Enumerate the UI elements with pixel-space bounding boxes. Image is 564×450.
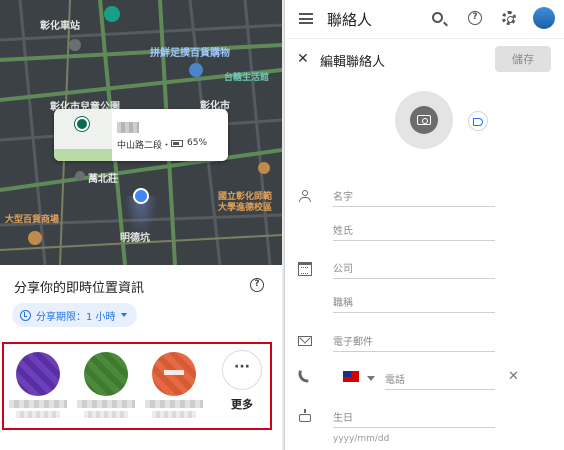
- map-label-taisugar: 台糖生活館: [224, 73, 270, 83]
- app-title: 聯絡人: [327, 11, 373, 29]
- map-label-university: 國立彰化師範大學進德校區: [218, 192, 273, 213]
- building-icon: [298, 262, 312, 276]
- contacts-panel: 聯絡人 ? ✕ 編輯聯絡人 儲存 名字 姓氏 公司 職稱 電子郵件 電話 ✕ 生…: [284, 0, 564, 450]
- contact-photo[interactable]: [395, 91, 453, 149]
- avatar: [152, 352, 196, 396]
- dropdown-caret-icon: [120, 313, 127, 317]
- phone-field[interactable]: 電話: [385, 366, 495, 390]
- help-icon[interactable]: ?: [468, 11, 482, 25]
- app-bar: 聯絡人 ?: [285, 0, 564, 38]
- more-contacts-button[interactable]: ··· 更多: [218, 350, 266, 412]
- close-icon[interactable]: ✕: [297, 52, 309, 66]
- company-field[interactable]: 公司: [333, 255, 495, 279]
- blurred-name: [117, 122, 139, 133]
- share-duration-label: 分享期限：1 小時: [36, 311, 116, 323]
- clock-icon: [20, 309, 31, 321]
- edit-title: 編輯聯絡人: [320, 55, 386, 70]
- blurred-subtitle: [152, 411, 196, 418]
- birthday-placeholder: 生日: [333, 413, 353, 424]
- contact-picker-highlight: ··· 更多: [2, 342, 272, 430]
- avatar: [16, 352, 60, 396]
- avatar: [84, 352, 128, 396]
- more-label: 更多: [231, 398, 253, 411]
- share-duration-chip[interactable]: 分享期限：1 小時: [12, 303, 137, 327]
- battery-icon: [171, 140, 183, 147]
- help-icon[interactable]: ?: [250, 278, 264, 292]
- blurred-subtitle: [16, 411, 60, 418]
- remove-phone-icon[interactable]: ✕: [508, 370, 519, 383]
- add-photo-button[interactable]: [410, 106, 438, 134]
- share-title: 分享你的即時位置資訊: [14, 281, 145, 296]
- more-icon: ···: [222, 350, 262, 390]
- my-location-dot: [133, 188, 149, 204]
- map-label-station: 彰化車站: [40, 21, 80, 32]
- share-location-sheet: 分享你的即時位置資訊 ? 分享期限：1 小時 ··· 更多: [0, 265, 282, 450]
- phone-placeholder: 電話: [385, 375, 405, 386]
- account-avatar[interactable]: [533, 7, 555, 29]
- gear-icon[interactable]: [502, 11, 516, 25]
- location-card[interactable]: 中山路二段・ 65%: [54, 109, 228, 161]
- last-name-field[interactable]: 姓氏: [333, 217, 495, 241]
- contact-item[interactable]: [144, 352, 204, 418]
- label-icon[interactable]: [468, 111, 488, 131]
- country-dropdown-icon[interactable]: [367, 376, 375, 381]
- company-placeholder: 公司: [333, 264, 353, 275]
- email-field[interactable]: 電子郵件: [333, 328, 495, 352]
- last-name-placeholder: 姓氏: [333, 226, 353, 237]
- location-thumbnail: [54, 109, 112, 161]
- blurred-name: [9, 400, 67, 408]
- map-label-wanbei: 萬北莊: [88, 174, 118, 185]
- job-title-placeholder: 職稱: [333, 298, 353, 309]
- search-icon[interactable]: [432, 12, 443, 23]
- phone-icon: [297, 370, 310, 383]
- person-icon: [298, 189, 312, 203]
- menu-icon[interactable]: [299, 13, 313, 24]
- map-label-shopping: 拼鮮足撲百貨購物: [150, 48, 230, 59]
- cake-icon: [298, 409, 312, 423]
- save-button[interactable]: 儲存: [495, 46, 551, 72]
- email-placeholder: 電子郵件: [333, 337, 373, 348]
- map-label-mall: 大型百貨商場: [5, 215, 60, 225]
- taiwan-flag-icon[interactable]: [343, 371, 359, 382]
- blurred-name: [77, 400, 135, 408]
- blurred-subtitle: [84, 411, 128, 418]
- job-title-field[interactable]: 職稱: [333, 289, 495, 313]
- add-photo-icon: [417, 115, 431, 125]
- mail-icon: [298, 336, 312, 346]
- first-name-field[interactable]: 名字: [333, 183, 495, 207]
- edit-contact-bar: ✕ 編輯聯絡人 儲存: [285, 38, 564, 78]
- maps-panel: 彰化車站 拼鮮足撲百貨購物 台糖生活館 彰化市兒童公園 彰化市 萬北莊 國立彰化…: [0, 0, 282, 450]
- birthday-format-hint: yyyy/mm/dd: [333, 434, 390, 444]
- location-address: 中山路二段・: [117, 141, 172, 151]
- map-pin-icon: [75, 117, 89, 131]
- contact-item[interactable]: [8, 352, 68, 418]
- battery-percent: 65%: [187, 138, 208, 148]
- first-name-placeholder: 名字: [333, 192, 353, 203]
- contact-item[interactable]: [76, 352, 136, 418]
- birthday-field[interactable]: 生日: [333, 404, 495, 428]
- blurred-name: [145, 400, 203, 408]
